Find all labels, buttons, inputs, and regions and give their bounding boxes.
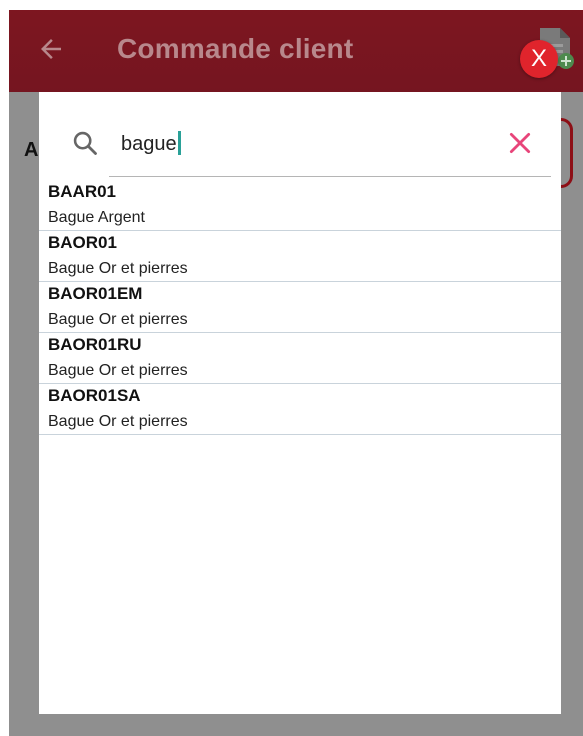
app-header: Commande client bbox=[9, 10, 583, 92]
close-button[interactable]: X bbox=[520, 40, 558, 78]
app-screen: Commande client X A bague BAAR01 Bague A… bbox=[0, 0, 583, 736]
item-name: Bague Argent bbox=[48, 209, 145, 226]
list-item[interactable]: BAOR01SA Bague Or et pierres bbox=[39, 384, 561, 435]
list-item[interactable]: BAAR01 Bague Argent bbox=[39, 180, 561, 231]
search-underline bbox=[109, 176, 551, 177]
list-item[interactable]: BAOR01 Bague Or et pierres bbox=[39, 231, 561, 282]
item-code: BAOR01 bbox=[48, 233, 117, 252]
item-code: BAOR01SA bbox=[48, 386, 141, 405]
text-caret bbox=[177, 130, 181, 155]
background-label: A bbox=[24, 139, 39, 161]
item-name: Bague Or et pierres bbox=[48, 311, 188, 328]
item-name: Bague Or et pierres bbox=[48, 413, 188, 430]
close-icon[interactable] bbox=[507, 130, 533, 156]
search-input-value: bague bbox=[121, 133, 177, 155]
item-code: BAOR01RU bbox=[48, 335, 142, 354]
results-list: BAAR01 Bague Argent BAOR01 Bague Or et p… bbox=[39, 180, 561, 435]
search-icon bbox=[73, 131, 97, 155]
arrow-left-icon[interactable] bbox=[36, 34, 66, 64]
page-title: Commande client bbox=[117, 33, 354, 64]
search-input[interactable]: bague bbox=[121, 128, 471, 160]
item-name: Bague Or et pierres bbox=[48, 362, 188, 379]
search-dialog: bague BAAR01 Bague Argent BAOR01 Bague O… bbox=[39, 92, 561, 714]
list-item[interactable]: BAOR01EM Bague Or et pierres bbox=[39, 282, 561, 333]
item-code: BAAR01 bbox=[48, 182, 117, 201]
item-name: Bague Or et pierres bbox=[48, 260, 188, 277]
list-item[interactable]: BAOR01RU Bague Or et pierres bbox=[39, 333, 561, 384]
item-code: BAOR01EM bbox=[48, 284, 143, 303]
